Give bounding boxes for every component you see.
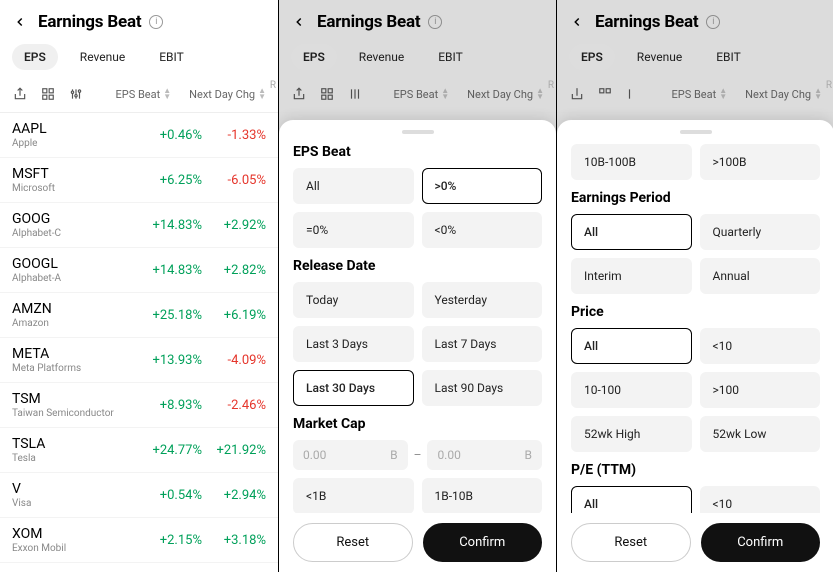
chip-option[interactable]: Annual bbox=[700, 258, 821, 294]
grid-icon[interactable] bbox=[319, 86, 335, 102]
page-title: Earnings Beat bbox=[595, 12, 698, 32]
panel-filter-1: Earnings Beat i EPSRevenueEBIT EPS Beat▲… bbox=[279, 0, 556, 572]
tab-ebit[interactable]: EBIT bbox=[426, 44, 475, 70]
grid-icon[interactable] bbox=[597, 86, 613, 102]
sheet-handle[interactable] bbox=[402, 130, 434, 134]
col-eps-beat[interactable]: EPS Beat▲▼ bbox=[116, 88, 172, 101]
tabs: EPS Revenue EBIT bbox=[557, 40, 833, 80]
table-row[interactable]: VVisa+0.54%+2.94% bbox=[0, 473, 278, 518]
page-title: Earnings Beat bbox=[38, 12, 141, 32]
filter-sheet: 10B-100B>100B Earnings Period AllQuarter… bbox=[557, 120, 833, 572]
tab-eps[interactable]: EPS bbox=[291, 44, 337, 70]
share-icon[interactable] bbox=[291, 86, 307, 102]
table-row[interactable]: TSLATesla+24.77%+21.92% bbox=[0, 428, 278, 473]
col-next-day[interactable]: Next Day Chg▲▼ bbox=[189, 88, 266, 101]
grid-icon[interactable] bbox=[40, 86, 56, 102]
chip-option[interactable]: 1B-10B bbox=[422, 478, 543, 514]
chip-option[interactable]: 10B-100B bbox=[571, 144, 692, 180]
chip-option[interactable]: Last 3 Days bbox=[293, 326, 414, 362]
share-icon[interactable] bbox=[569, 86, 585, 102]
table-row[interactable]: AAPLApple+0.46%-1.33% bbox=[0, 113, 278, 158]
edge-glyph: R bbox=[270, 80, 276, 91]
panel-list: Earnings Beat i EPS Revenue EBIT EPS Beat▲… bbox=[0, 0, 278, 572]
back-icon[interactable] bbox=[10, 12, 30, 32]
info-icon[interactable]: i bbox=[428, 15, 442, 29]
table-row[interactable]: METAMeta Platforms+13.93%-4.09% bbox=[0, 338, 278, 383]
filter-period-label: Earnings Period bbox=[571, 190, 820, 206]
filter-icon[interactable] bbox=[347, 86, 363, 102]
tab-revenue[interactable]: Revenue bbox=[347, 44, 416, 70]
table-row[interactable]: GOOGAlphabet-C+14.83%+2.92% bbox=[0, 203, 278, 248]
confirm-button[interactable]: Confirm bbox=[423, 523, 543, 562]
back-icon[interactable] bbox=[289, 12, 309, 32]
chip-option[interactable]: All bbox=[293, 168, 414, 204]
toolbar: EPS Beat▲▼ Next Day Chg▲▼ bbox=[0, 80, 278, 113]
filter-icon[interactable] bbox=[625, 86, 641, 102]
table-row[interactable]: NFLXNetflix+5.56%+11.09% bbox=[0, 563, 278, 572]
chip-option[interactable]: 52wk High bbox=[571, 416, 692, 452]
table-row[interactable]: XOMExxon Mobil+2.15%+3.18% bbox=[0, 518, 278, 563]
table-row[interactable]: GOOGLAlphabet-A+14.83%+2.82% bbox=[0, 248, 278, 293]
chip-option[interactable]: 52wk Low bbox=[700, 416, 821, 452]
tab-ebit[interactable]: EBIT bbox=[147, 44, 196, 70]
share-icon[interactable] bbox=[12, 86, 28, 102]
chip-option[interactable]: Last 7 Days bbox=[422, 326, 543, 362]
chip-option[interactable]: Last 90 Days bbox=[422, 370, 543, 406]
panel-filter-2: Earnings Beat i EPSRevenueEBIT EPS Beat▲… bbox=[557, 0, 833, 572]
filter-icon[interactable] bbox=[68, 86, 84, 102]
filter-release-label: Release Date bbox=[293, 258, 542, 274]
info-icon[interactable]: i bbox=[706, 15, 720, 29]
chip-option[interactable]: 10-100 bbox=[571, 372, 692, 408]
mcap-min-input[interactable]: 0.00B bbox=[293, 440, 408, 470]
edge-glyph: R bbox=[826, 80, 832, 91]
mcap-max-input[interactable]: 0.00B bbox=[427, 440, 542, 470]
tab-ebit[interactable]: EBIT bbox=[704, 44, 753, 70]
tabs: EPS Revenue EBIT bbox=[279, 40, 556, 80]
table-row[interactable]: TSMTaiwan Semiconductor+8.93%-2.46% bbox=[0, 383, 278, 428]
chip-option[interactable]: <1B bbox=[293, 478, 414, 514]
filter-price-label: Price bbox=[571, 304, 820, 320]
chip-option[interactable]: Interim bbox=[571, 258, 692, 294]
header: Earnings Beat i bbox=[0, 0, 278, 40]
chip-option[interactable]: All bbox=[571, 214, 692, 250]
tab-eps[interactable]: EPS bbox=[569, 44, 615, 70]
chip-option[interactable]: >100B bbox=[700, 144, 821, 180]
filter-pe-label: P/E (TTM) bbox=[571, 462, 820, 478]
chip-option[interactable]: >0% bbox=[422, 168, 543, 204]
reset-button[interactable]: Reset bbox=[293, 523, 413, 562]
filter-sheet: EPS Beat All>0%=0%<0% Release Date Today… bbox=[279, 120, 556, 572]
chip-option[interactable]: Quarterly bbox=[700, 214, 821, 250]
tab-revenue[interactable]: Revenue bbox=[625, 44, 694, 70]
chip-option[interactable]: =0% bbox=[293, 212, 414, 248]
chip-option[interactable]: Today bbox=[293, 282, 414, 318]
confirm-button[interactable]: Confirm bbox=[701, 523, 821, 562]
table-row[interactable]: AMZNAmazon+25.18%+6.19% bbox=[0, 293, 278, 338]
table-row[interactable]: MSFTMicrosoft+6.25%-6.05% bbox=[0, 158, 278, 203]
tabs: EPS Revenue EBIT bbox=[0, 40, 278, 80]
filter-eps-beat-label: EPS Beat bbox=[293, 144, 542, 160]
chip-option[interactable]: Yesterday bbox=[422, 282, 543, 318]
edge-glyph: R bbox=[548, 80, 554, 91]
chip-option[interactable]: >100 bbox=[700, 372, 821, 408]
sheet-handle[interactable] bbox=[680, 130, 712, 134]
info-icon[interactable]: i bbox=[149, 15, 163, 29]
tab-eps[interactable]: EPS bbox=[12, 44, 58, 70]
chip-option[interactable]: Last 30 Days bbox=[293, 370, 414, 406]
chip-option[interactable]: All bbox=[571, 328, 692, 364]
chip-option[interactable]: <0% bbox=[422, 212, 543, 248]
filter-mcap-label: Market Cap bbox=[293, 416, 542, 432]
stock-list: AAPLApple+0.46%-1.33%MSFTMicrosoft+6.25%… bbox=[0, 113, 278, 572]
page-title: Earnings Beat bbox=[317, 12, 420, 32]
tab-revenue[interactable]: Revenue bbox=[68, 44, 137, 70]
chip-option[interactable]: <10 bbox=[700, 328, 821, 364]
back-icon[interactable] bbox=[567, 12, 587, 32]
reset-button[interactable]: Reset bbox=[571, 523, 691, 562]
